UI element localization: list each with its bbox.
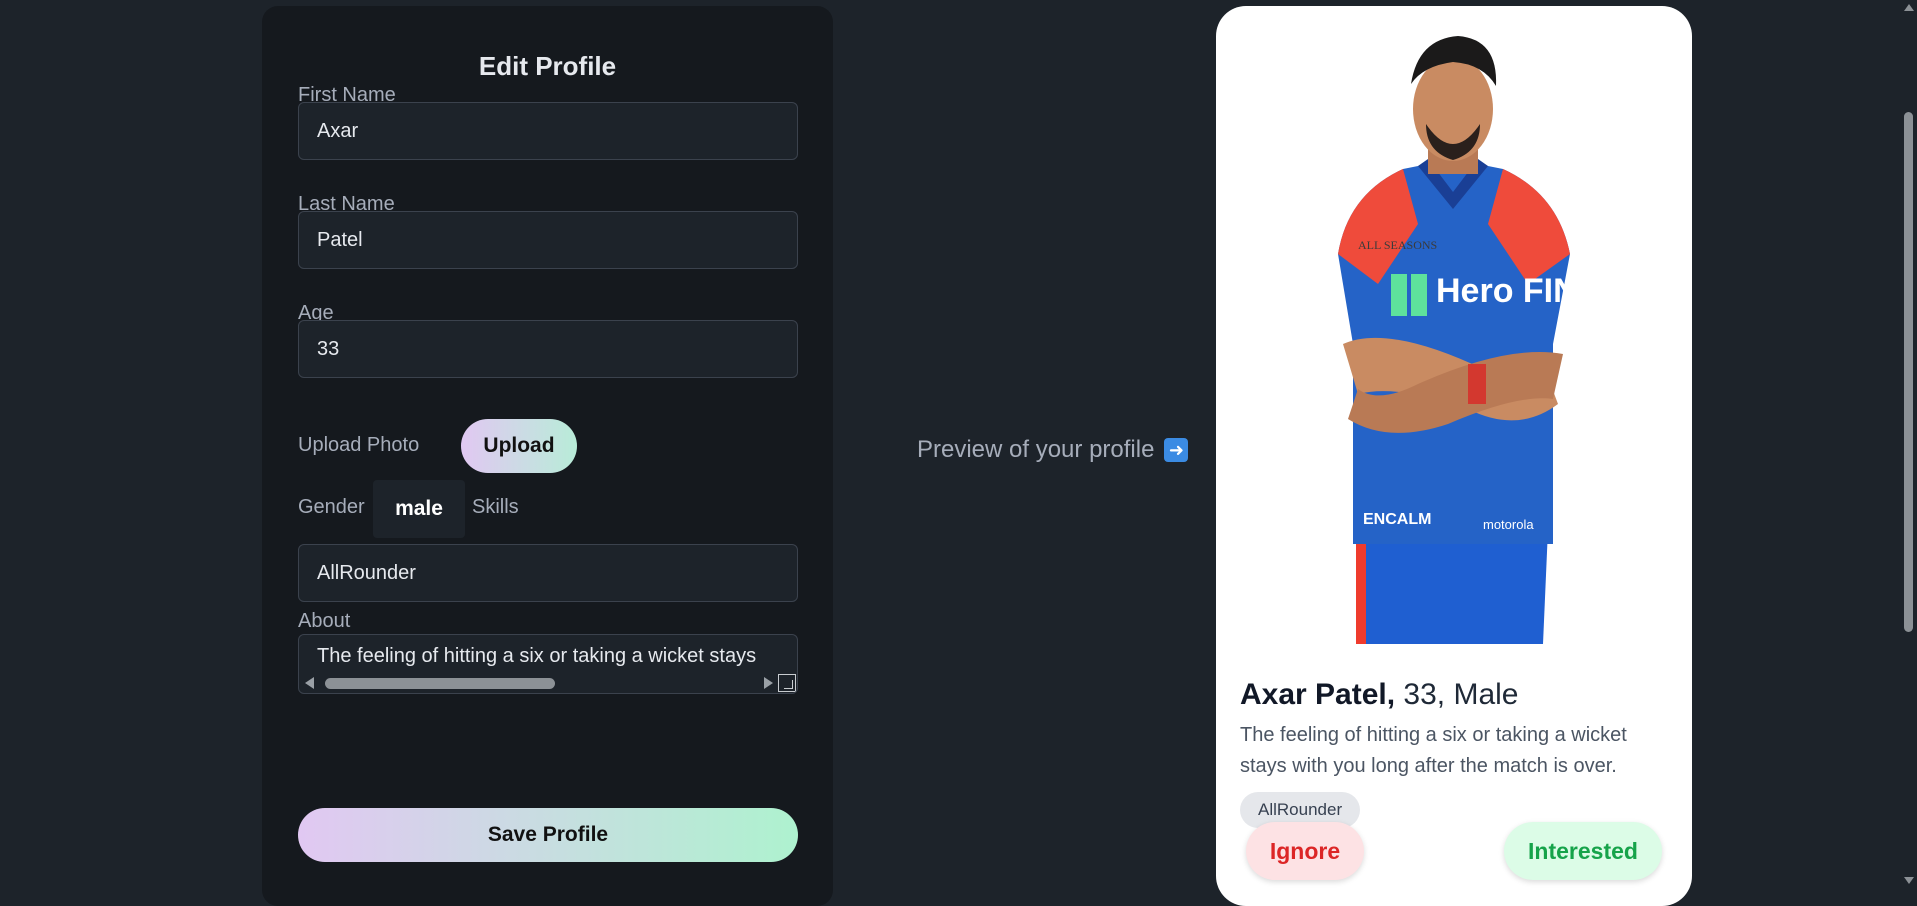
right-arrow-icon: ➜ <box>1164 438 1189 462</box>
profile-fullname: Axar Patel, <box>1240 678 1396 711</box>
save-profile-button[interactable]: Save Profile <box>298 808 798 862</box>
photo-brand-text: motorola <box>1483 517 1534 532</box>
ignore-button[interactable]: Ignore <box>1246 822 1364 880</box>
scroll-thumb[interactable] <box>1904 112 1913 632</box>
gender-label: Gender <box>298 496 365 518</box>
scroll-down-icon[interactable] <box>1904 877 1914 884</box>
upload-photo-label: Upload Photo <box>298 434 420 456</box>
about-text: The feeling of hitting a six or taking a… <box>317 645 757 667</box>
profile-age-gender: 33, Male <box>1395 678 1519 711</box>
about-horizontal-scrollbar[interactable] <box>299 675 777 691</box>
page-title: Edit Profile <box>478 51 617 81</box>
page-vertical-scrollbar[interactable] <box>1901 0 1917 888</box>
first-name-field[interactable]: Axar <box>298 102 798 160</box>
preview-hint-text: Preview of your profile <box>917 436 1155 463</box>
resize-handle-icon[interactable] <box>778 674 796 692</box>
interested-button[interactable]: Interested <box>1504 822 1662 880</box>
photo-badge-text: ALL SEASONS <box>1358 238 1437 252</box>
gender-select[interactable]: male <box>373 480 465 538</box>
scroll-right-icon[interactable] <box>764 677 773 689</box>
photo-short-text: ENCALM <box>1363 511 1431 528</box>
preview-hint: Preview of your profile ➜ <box>917 436 1189 464</box>
about-label: About <box>298 610 351 632</box>
photo-sponsor-text: Hero FINCORP <box>1436 272 1598 310</box>
scroll-left-icon[interactable] <box>305 677 314 689</box>
profile-preview-card: Hero FINCORP ALL SEASONS ENCALM motorola… <box>1216 6 1692 906</box>
scroll-up-icon[interactable] <box>1904 4 1914 11</box>
scroll-thumb[interactable] <box>325 678 555 689</box>
about-textarea[interactable]: The feeling of hitting a six or taking a… <box>298 634 798 694</box>
skills-field[interactable]: AllRounder <box>298 544 798 602</box>
profile-photo: Hero FINCORP ALL SEASONS ENCALM motorola <box>1338 36 1598 644</box>
edit-profile-card: Edit Profile First Name Axar Last Name P… <box>262 6 833 906</box>
profile-name: Axar Patel, 33, Male <box>1240 678 1519 712</box>
upload-button[interactable]: Upload <box>461 419 577 473</box>
last-name-field[interactable]: Patel <box>298 211 798 269</box>
age-field[interactable]: 33 <box>298 320 798 378</box>
skills-label: Skills <box>472 496 519 518</box>
profile-about: The feeling of hitting a six or taking a… <box>1240 724 1627 777</box>
